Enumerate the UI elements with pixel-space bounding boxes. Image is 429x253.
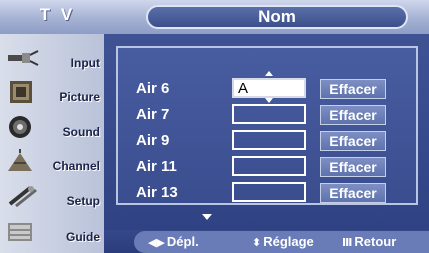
row-label: Air 7 [136,106,170,123]
clear-button[interactable]: Effacer [320,131,386,151]
list-item[interactable]: Air 9 Effacer [118,128,416,154]
row-label: Air 13 [136,184,178,201]
sidebar-item-guide[interactable]: Guide [0,216,104,248]
name-field[interactable] [232,104,306,124]
name-field-value: A [238,80,249,97]
main-panel: Air 6 A Effacer Air 7 Effacer Air 9 Effa… [104,34,429,230]
clear-button[interactable]: Effacer [320,157,386,177]
sidebar-item-setup[interactable]: Setup [0,180,104,212]
input-plug-icon [8,50,39,66]
page-title: Nom [258,7,296,26]
left-right-arrows-icon: ◀▶ [148,237,165,249]
setup-icon [8,186,37,208]
name-field[interactable]: A [232,78,306,98]
hint-back-label: Retour [354,234,397,249]
hint-move-label: Dépl. [166,234,199,249]
row-label: Air 11 [136,158,177,175]
name-list-frame: Air 6 A Effacer Air 7 Effacer Air 9 Effa… [116,46,418,205]
hint-pill: ◀▶ Dépl. ⬍ Réglage Ⅲ Retour [134,231,429,253]
name-field[interactable] [232,156,306,176]
sidebar-item-channel[interactable]: Channel [0,145,104,177]
mode-label: T V [39,5,76,24]
sidebar-item-sound[interactable]: Sound [0,111,104,143]
row-label: Air 6 [136,80,170,97]
row-label: Air 9 [136,132,170,149]
sound-icon [9,116,31,138]
sidebar-item-label: Guide [65,230,100,244]
sidebar-item-label: Input [70,56,100,70]
sidebar-item-label: Sound [62,125,100,139]
sidebar-item-label: Channel [52,159,100,173]
clear-button[interactable]: Effacer [320,79,386,99]
list-item[interactable]: Air 7 Effacer [118,102,416,128]
list-item[interactable]: Air 6 A Effacer [118,71,416,103]
guide-icon [8,223,32,241]
hint-back: Ⅲ Retour [342,234,396,249]
clear-button[interactable]: Effacer [320,183,386,203]
sidebar-item-picture[interactable]: Picture [0,76,104,108]
list-item[interactable]: Air 11 Effacer [118,154,416,180]
up-down-arrows-icon: ⬍ [252,237,262,249]
name-field[interactable] [232,182,306,202]
tv-osd-screen: T V Nom Input Picture Sound Channel Setu… [0,0,429,253]
sidebar-item-input[interactable]: Input [0,42,104,74]
top-bar: T V Nom [0,0,429,34]
sidebar-item-label: Setup [66,194,100,208]
sidebar-menu: Input Picture Sound Channel Setup Guide [0,34,104,253]
picture-icon [10,81,32,103]
list-item[interactable]: Air 13 Effacer [118,180,416,206]
sidebar-item-label: Picture [59,90,100,104]
channel-icon [8,149,32,171]
menu-icon: Ⅲ [342,237,353,249]
hint-adjust: ⬍ Réglage [252,234,314,249]
title-pill: Nom [146,5,408,29]
clear-button[interactable]: Effacer [320,105,386,125]
arrow-up-icon [265,71,273,76]
name-field[interactable] [232,130,306,150]
hint-move: ◀▶ Dépl. [148,234,199,249]
scroll-down-icon[interactable] [202,214,212,220]
hint-adjust-label: Réglage [263,234,314,249]
hint-bar: ◀▶ Dépl. ⬍ Réglage Ⅲ Retour [104,230,429,253]
